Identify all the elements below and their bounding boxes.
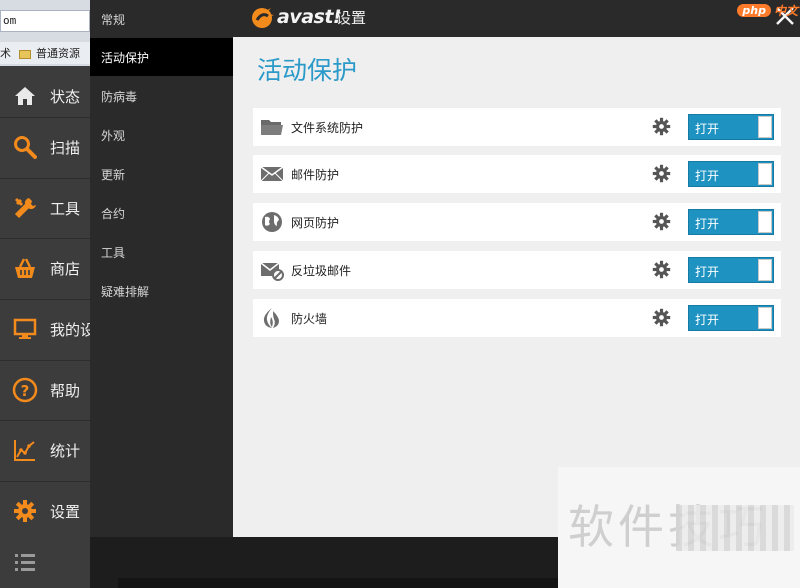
shield-label: 防火墙 [291, 312, 328, 326]
sub-nav-item-antivirus[interactable]: 防病毒 [90, 77, 233, 115]
sub-nav-item-update[interactable]: 更新 [90, 155, 233, 193]
shield-row-antispam: 反垃圾邮件 打开 [253, 251, 781, 289]
badge-text: 中文 [773, 3, 798, 18]
toggle-knob [758, 116, 772, 138]
main-nav-item-store[interactable]: 商店 [0, 238, 90, 298]
bookmark-prefix: 术 [0, 47, 11, 60]
monitor-icon [12, 316, 38, 342]
main-nav-label: 设置 [50, 502, 81, 521]
main-nav-label: 工具 [50, 199, 81, 218]
browser-address-bar[interactable]: om [0, 10, 90, 32]
sub-nav-item-troubleshooting[interactable]: 疑难排解 [90, 272, 233, 310]
toggle-knob [758, 307, 772, 329]
toggle-knob [758, 211, 772, 233]
gear-icon [12, 498, 38, 524]
main-nav-item-scan[interactable]: 扫描 [0, 117, 90, 177]
main-nav-label: 统计 [50, 441, 81, 460]
watermark-overlay: 软件技巧 [558, 467, 800, 588]
menu-toggle[interactable] [0, 536, 90, 588]
shield-row-web: 网页防护 打开 [253, 203, 781, 241]
main-nav-item-my-devices[interactable]: 我的设 [0, 299, 95, 359]
shield-label: 反垃圾邮件 [291, 264, 352, 278]
toggle-knob [758, 259, 772, 281]
shield-settings-gear-icon[interactable] [652, 260, 671, 279]
menu-list-icon [12, 549, 38, 575]
toggle-label: 打开 [695, 217, 720, 231]
shield-toggle[interactable]: 打开 [688, 257, 774, 283]
sub-nav-item-general[interactable]: 常规 [90, 0, 233, 38]
avast-logo: avast! [249, 4, 342, 30]
page-title: 活动保护 [257, 56, 358, 85]
sub-nav-item-appearance[interactable]: 外观 [90, 116, 233, 154]
brand-name: avast! [277, 6, 342, 28]
shield-label: 网页防护 [291, 216, 340, 230]
toggle-knob [758, 163, 772, 185]
shield-settings-gear-icon[interactable] [652, 117, 671, 136]
main-navigation: 状态 扫描 工具 商店 我的设 ? 帮助 统计 设置 [0, 66, 95, 588]
shield-settings-gear-icon[interactable] [652, 308, 671, 327]
main-nav-label: 状态 [50, 87, 81, 106]
bookmark-item[interactable]: 普通资源 [36, 47, 80, 60]
shield-label: 文件系统防护 [291, 121, 364, 135]
badge-pill: php [737, 3, 771, 17]
main-nav-label: 我的设 [50, 320, 96, 339]
sub-nav-item-tools[interactable]: 工具 [90, 233, 233, 271]
main-nav-item-tools[interactable]: 工具 [0, 178, 90, 238]
shield-toggle[interactable]: 打开 [688, 209, 774, 235]
shield-toggle[interactable]: 打开 [688, 161, 774, 187]
help-icon: ? [12, 377, 38, 403]
home-icon [12, 83, 38, 109]
main-nav-item-statistics[interactable]: 统计 [0, 420, 90, 480]
tools-icon [12, 195, 38, 221]
main-nav-label: 商店 [50, 259, 81, 278]
shield-toggle[interactable]: 打开 [688, 114, 774, 140]
taskbar-strip [118, 578, 558, 588]
shield-settings-gear-icon[interactable] [652, 164, 671, 183]
basket-icon [12, 255, 38, 281]
window-title-bar: avast! 设置 [233, 0, 800, 37]
search-icon [12, 134, 38, 160]
toggle-label: 打开 [695, 122, 720, 136]
sub-nav-item-subscription[interactable]: 合约 [90, 194, 233, 232]
toggle-label: 打开 [695, 169, 720, 183]
watermark-mosaic [676, 505, 794, 551]
main-nav-item-help[interactable]: ? 帮助 [0, 360, 90, 420]
sub-nav-item-active-protection[interactable]: 活动保护 [90, 38, 233, 76]
shield-row-firewall: 防火墙 打开 [253, 299, 781, 337]
stats-icon [12, 437, 38, 463]
avast-logo-icon [252, 5, 274, 28]
folder-icon [260, 116, 284, 138]
toggle-label: 打开 [695, 313, 720, 327]
shield-label: 邮件防护 [291, 168, 340, 182]
main-nav-label: 帮助 [50, 381, 81, 400]
antispam-mail-icon [260, 259, 284, 281]
globe-icon [260, 211, 284, 233]
fire-icon [260, 307, 284, 329]
shield-row-mail: 邮件防护 打开 [253, 155, 781, 193]
screenshot-stage: om 术 普通资源 状态 扫描 工具 商店 我的设 ? 帮助 统计 设置 常规 … [0, 0, 800, 588]
shield-settings-gear-icon[interactable] [652, 212, 671, 231]
settings-sub-navigation: 常规 活动保护 防病毒 外观 更新 合约 工具 疑难排解 [90, 0, 233, 575]
mail-icon [260, 163, 284, 185]
main-nav-item-settings[interactable]: 设置 [0, 481, 90, 541]
settings-content-panel: 活动保护 文件系统防护 打开 邮件防护 打开 网页防护 打开 反垃圾邮件 打开 … [233, 37, 800, 537]
window-title: 设置 [336, 9, 367, 27]
shield-row-file-system: 文件系统防护 打开 [253, 108, 781, 146]
main-nav-label: 扫描 [50, 138, 81, 157]
folder-icon [18, 49, 31, 59]
site-watermark-badge: php 中文 [718, 0, 800, 20]
browser-bookmarks-bar: 术 普通资源 [0, 42, 90, 64]
toggle-label: 打开 [695, 265, 720, 279]
shield-toggle[interactable]: 打开 [688, 305, 774, 331]
svg-text:?: ? [21, 382, 30, 400]
